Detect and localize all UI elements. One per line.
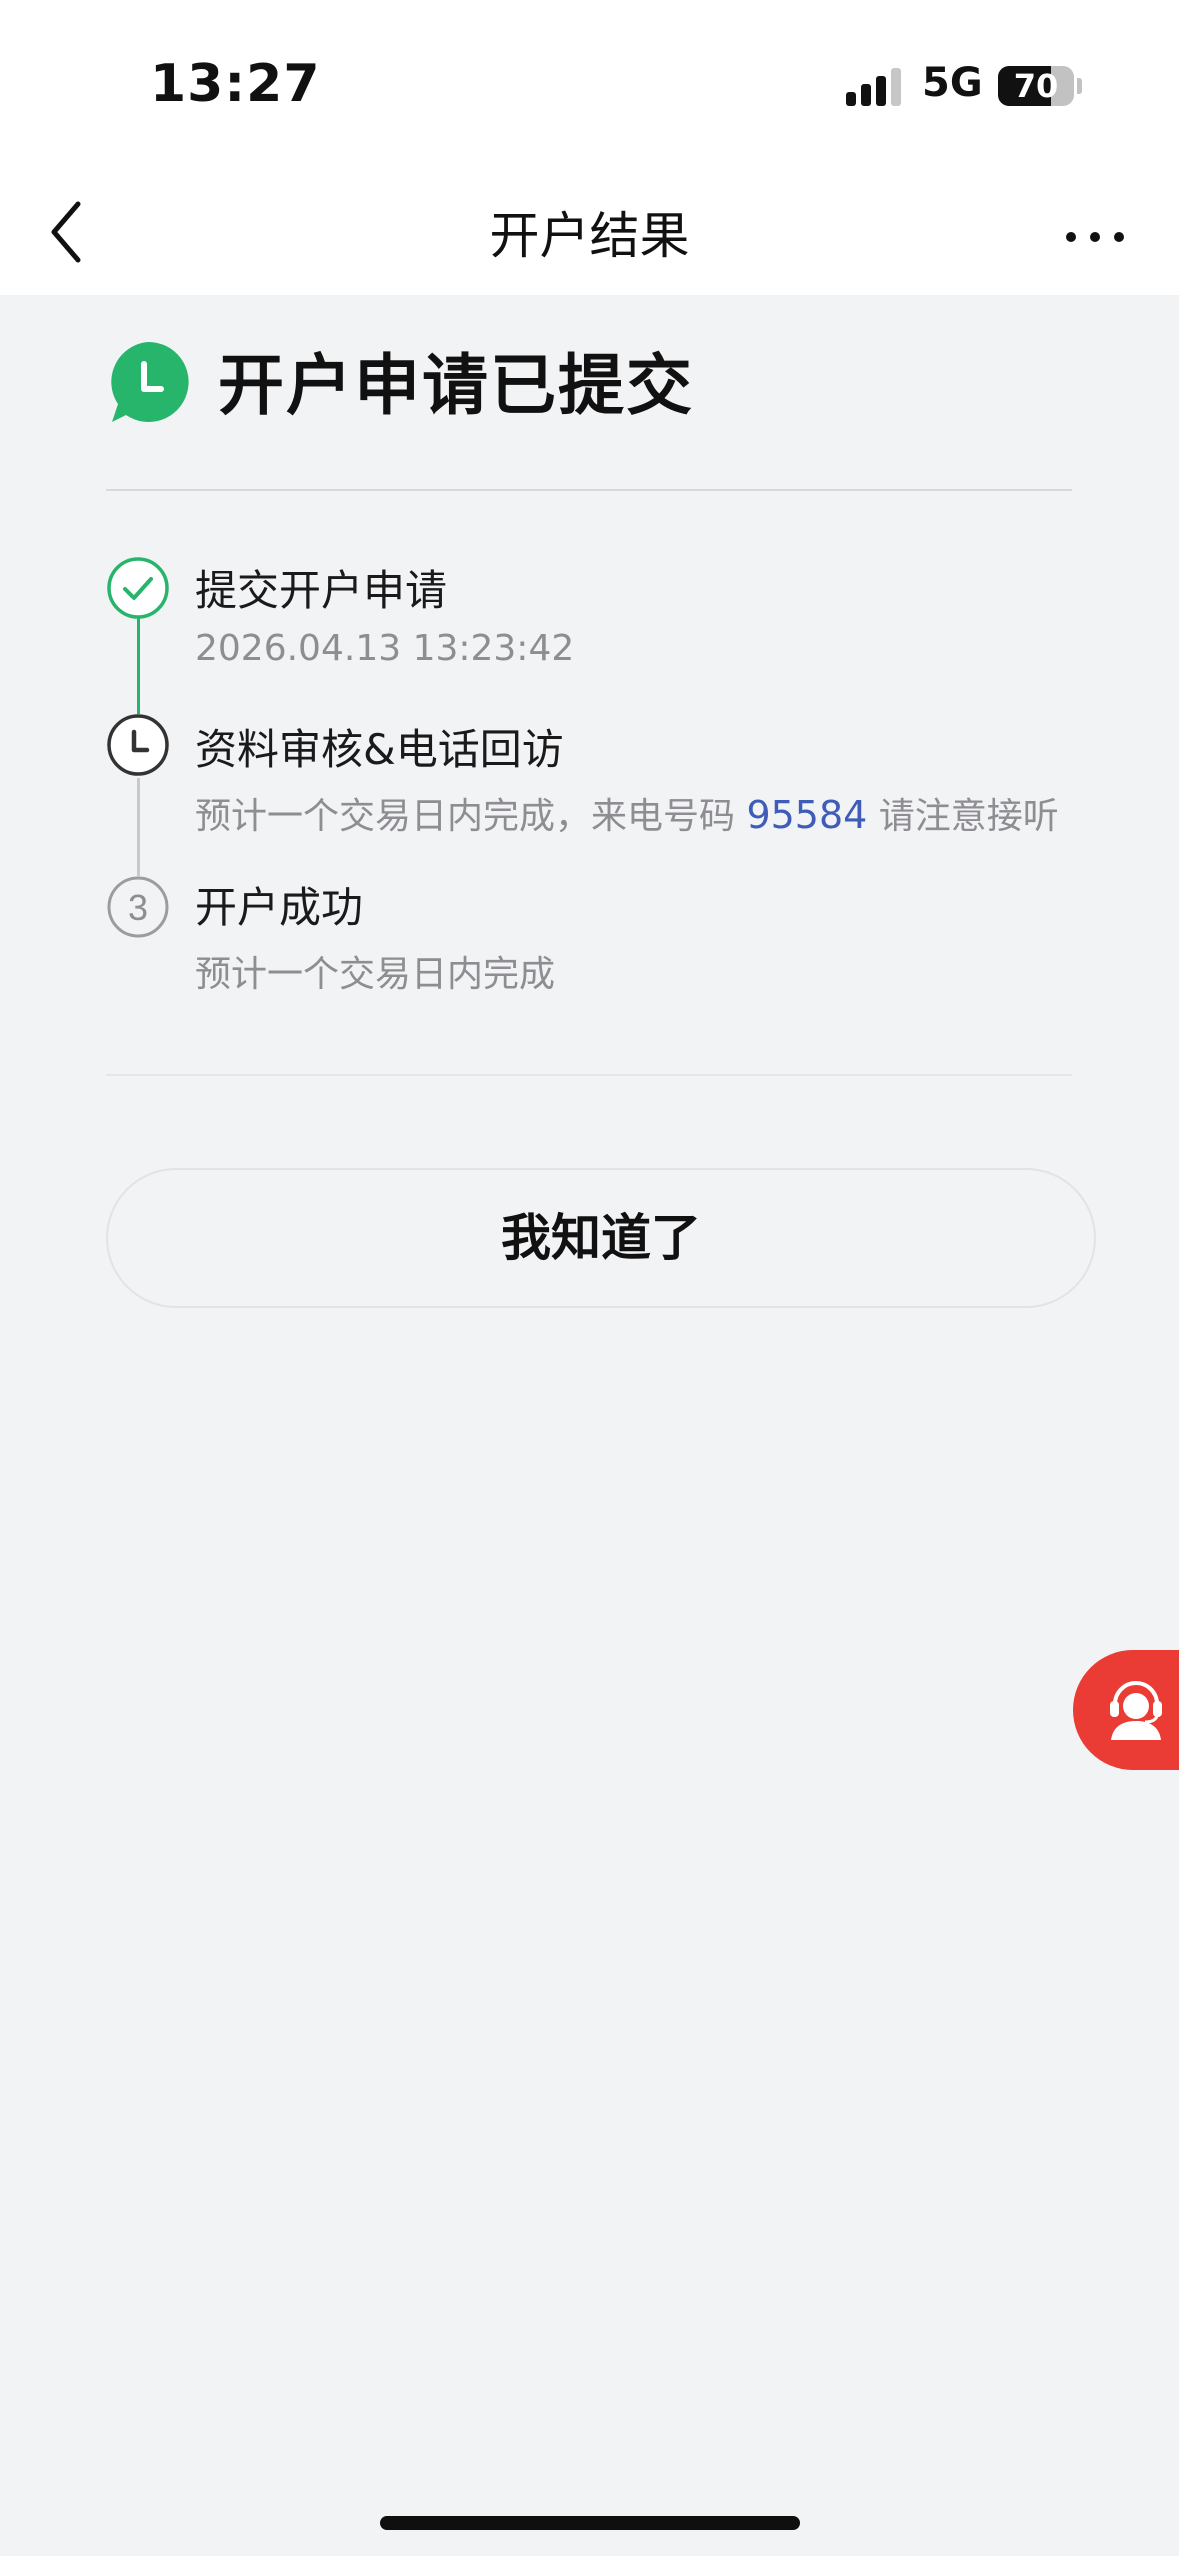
- battery-tip: [1077, 78, 1082, 94]
- step-3-title: 开户成功: [195, 883, 364, 932]
- clock-icon: [106, 713, 170, 777]
- check-circle-icon: [106, 556, 170, 620]
- timeline-connector-done: [137, 618, 140, 714]
- step-2-desc-before: 预计一个交易日内完成，来电号码: [195, 796, 747, 837]
- page-title: 开户结果: [489, 207, 690, 265]
- step-2-desc: 预计一个交易日内完成，来电号码 95584 请注意接听: [195, 787, 1059, 839]
- step-2-desc-after: 请注意接听: [867, 796, 1059, 837]
- clock-chat-bubble-icon: [106, 340, 190, 424]
- step-1-timestamp: 2026.04.13 13:23:42: [195, 628, 575, 669]
- step-3-number: 3: [128, 887, 148, 928]
- status-time: 13:27: [150, 54, 321, 114]
- phone-number-link[interactable]: 95584: [746, 793, 867, 837]
- customer-service-icon: [1110, 1681, 1162, 1740]
- home-indicator[interactable]: [380, 2516, 800, 2530]
- step-1-title: 提交开户申请: [195, 566, 448, 615]
- more-button[interactable]: [1055, 210, 1135, 260]
- step-3-number-icon: 3: [106, 875, 170, 939]
- acknowledge-button[interactable]: 我知道了: [106, 1168, 1096, 1308]
- battery-level: 70: [1013, 67, 1059, 105]
- divider: [106, 489, 1072, 491]
- nav-bar: 开户结果: [0, 170, 1179, 295]
- step-2-title: 资料审核&电话回访: [195, 725, 564, 774]
- step-3-desc: 预计一个交易日内完成: [195, 954, 556, 995]
- timeline-connector-pending: [137, 778, 140, 876]
- customer-service-button[interactable]: [1073, 1650, 1179, 1770]
- status-bar: 13:27 5G 70: [0, 0, 1179, 170]
- divider: [106, 1074, 1072, 1076]
- cellular-signal-icon: [846, 66, 906, 106]
- network-type: 5G: [922, 60, 983, 106]
- result-title: 开户申请已提交: [218, 347, 694, 424]
- battery-icon: 70: [998, 66, 1074, 106]
- more-horizontal-icon: [1066, 232, 1124, 242]
